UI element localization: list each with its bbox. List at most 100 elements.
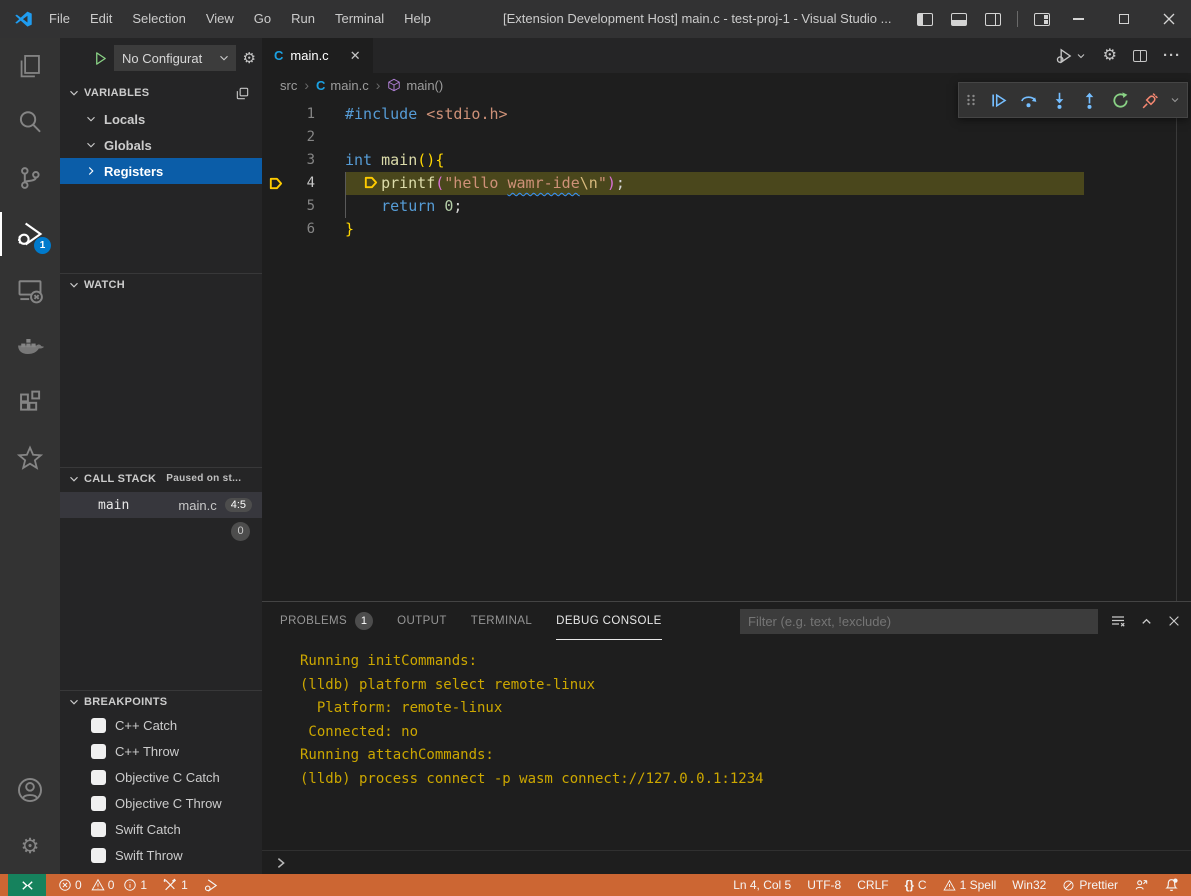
breakpoint-row[interactable]: Swift Catch xyxy=(60,816,262,842)
tools-status[interactable]: 1 xyxy=(155,874,196,896)
clear-console-icon[interactable] xyxy=(1110,613,1126,629)
chevron-down-icon[interactable] xyxy=(1169,94,1181,106)
sidebar-item-docker[interactable] xyxy=(0,318,60,374)
close-button[interactable] xyxy=(1146,0,1191,38)
gutter[interactable] xyxy=(262,195,288,218)
spell-checker-status[interactable]: 1 Spell xyxy=(935,874,1005,896)
gutter[interactable] xyxy=(262,103,288,126)
formatter-status[interactable]: Prettier xyxy=(1054,874,1126,896)
breakpoint-row[interactable]: C++ Throw xyxy=(60,738,262,764)
menu-selection[interactable]: Selection xyxy=(122,0,195,38)
variables-item-registers[interactable]: Registers xyxy=(60,158,262,184)
call-stack-frame[interactable]: main main.c 4:5 xyxy=(60,492,262,518)
breakpoint-row[interactable]: C++ Catch xyxy=(60,712,262,738)
breakpoints-section-header[interactable]: BREAKPOINTS xyxy=(60,690,262,712)
sidebar-item-remote-explorer[interactable] xyxy=(0,262,60,318)
accounts-button[interactable] xyxy=(0,762,60,818)
menu-help[interactable]: Help xyxy=(394,0,441,38)
breakpoint-checkbox[interactable] xyxy=(91,718,106,733)
cursor-position[interactable]: Ln 4, Col 5 xyxy=(725,874,799,896)
menu-terminal[interactable]: Terminal xyxy=(325,0,394,38)
menu-go[interactable]: Go xyxy=(244,0,281,38)
continue-button[interactable] xyxy=(986,86,1011,114)
step-into-button[interactable] xyxy=(1047,86,1072,114)
restart-button[interactable] xyxy=(1108,86,1133,114)
panel-tab-debug-console[interactable]: DEBUG CONSOLE xyxy=(556,602,662,640)
breadcrumb-symbol[interactable]: main() xyxy=(406,78,443,93)
remote-indicator[interactable] xyxy=(8,874,46,896)
minimize-button[interactable] xyxy=(1056,0,1101,38)
maximize-panel-icon[interactable] xyxy=(1139,614,1154,629)
code-editor[interactable]: 1#include <stdio.h>23int main(){4 printf… xyxy=(262,97,1191,601)
sidebar-item-extensions[interactable] xyxy=(0,374,60,430)
copy-icon[interactable] xyxy=(235,86,250,101)
gutter[interactable] xyxy=(262,149,288,172)
notifications-button[interactable] xyxy=(1156,874,1191,896)
variables-item-locals[interactable]: Locals xyxy=(60,106,262,132)
breakpoint-row[interactable]: Swift Throw xyxy=(60,842,262,868)
run-or-debug-button[interactable] xyxy=(1055,47,1087,65)
tab-main-c[interactable]: C main.c ✕ xyxy=(262,38,373,73)
customize-layout-icon[interactable] xyxy=(1034,13,1050,26)
menu-edit[interactable]: Edit xyxy=(80,0,122,38)
disconnect-button[interactable] xyxy=(1138,86,1163,114)
start-debug-icon[interactable] xyxy=(93,51,108,66)
language-mode[interactable]: {} C xyxy=(897,874,935,896)
variables-section-header[interactable]: VARIABLES xyxy=(60,82,262,104)
breakpoint-checkbox[interactable] xyxy=(91,822,106,837)
eol-sequence[interactable]: CRLF xyxy=(849,874,896,896)
close-panel-icon[interactable] xyxy=(1167,614,1181,628)
toggle-secondary-sidebar-icon[interactable] xyxy=(985,13,1001,26)
toggle-panel-icon[interactable] xyxy=(951,13,967,26)
encoding[interactable]: UTF-8 xyxy=(799,874,849,896)
target-platform[interactable]: Win32 xyxy=(1004,874,1054,896)
breakpoint-row[interactable]: Objective C Throw xyxy=(60,790,262,816)
config-dropdown[interactable]: No Configurat xyxy=(114,45,236,71)
breakpoint-checkbox[interactable] xyxy=(91,796,106,811)
settings-gear-icon[interactable]: ⚙ xyxy=(1103,48,1117,64)
breadcrumb-file[interactable]: main.c xyxy=(330,78,368,93)
debug-status-button[interactable] xyxy=(196,874,227,896)
code-line-6[interactable]: 6} xyxy=(262,218,1191,241)
breakpoint-checkbox[interactable] xyxy=(91,848,106,863)
menu-view[interactable]: View xyxy=(196,0,244,38)
toolbar-grip-icon[interactable] xyxy=(963,86,980,114)
watch-section-header[interactable]: WATCH xyxy=(60,273,262,295)
debug-console-input[interactable] xyxy=(262,850,1191,874)
menu-file[interactable]: File xyxy=(39,0,80,38)
more-actions-icon[interactable]: ··· xyxy=(1163,47,1181,64)
launch-config-gear-icon[interactable]: ⚙ xyxy=(243,51,256,66)
current-frame-arrow-icon[interactable] xyxy=(262,172,288,195)
maximize-button[interactable] xyxy=(1101,0,1146,38)
code-line-5[interactable]: 5 return 0; xyxy=(262,195,1191,218)
code-line-4[interactable]: 4 printf("hello wamr-ide\n"); xyxy=(262,172,1191,195)
code-line-2[interactable]: 2 xyxy=(262,126,1191,149)
split-editor-icon[interactable] xyxy=(1133,50,1147,62)
breakpoint-checkbox[interactable] xyxy=(91,770,106,785)
breadcrumb-folder[interactable]: src xyxy=(280,78,297,93)
panel-tab-terminal[interactable]: TERMINAL xyxy=(471,602,532,640)
code-line-3[interactable]: 3int main(){ xyxy=(262,149,1191,172)
gutter[interactable] xyxy=(262,126,288,149)
settings-button[interactable]: ⚙ xyxy=(0,818,60,874)
sidebar-item-explorer[interactable] xyxy=(0,38,60,94)
sidebar-item-search[interactable] xyxy=(0,94,60,150)
close-tab-icon[interactable]: ✕ xyxy=(350,48,361,64)
step-over-button[interactable] xyxy=(1016,86,1041,114)
step-out-button[interactable] xyxy=(1077,86,1102,114)
panel-tab-problems[interactable]: PROBLEMS1 xyxy=(280,602,373,640)
sidebar-item-star[interactable] xyxy=(0,430,60,486)
call-stack-section-header[interactable]: CALL STACK Paused on st... xyxy=(60,467,262,489)
console-filter-input[interactable] xyxy=(740,609,1098,634)
toggle-sidebar-icon[interactable] xyxy=(917,13,933,26)
overview-ruler[interactable] xyxy=(1176,97,1191,601)
breakpoint-checkbox[interactable] xyxy=(91,744,106,759)
variables-item-globals[interactable]: Globals xyxy=(60,132,262,158)
feedback-button[interactable] xyxy=(1126,874,1156,896)
menu-run[interactable]: Run xyxy=(281,0,325,38)
problems-status[interactable]: 0 0 1 xyxy=(50,874,155,896)
sidebar-item-run-and-debug[interactable]: 1 xyxy=(0,206,60,262)
debug-console-output[interactable]: Running initCommands:(lldb) platform sel… xyxy=(262,640,1191,850)
breakpoint-row[interactable]: Objective C Catch xyxy=(60,764,262,790)
gutter[interactable] xyxy=(262,218,288,241)
